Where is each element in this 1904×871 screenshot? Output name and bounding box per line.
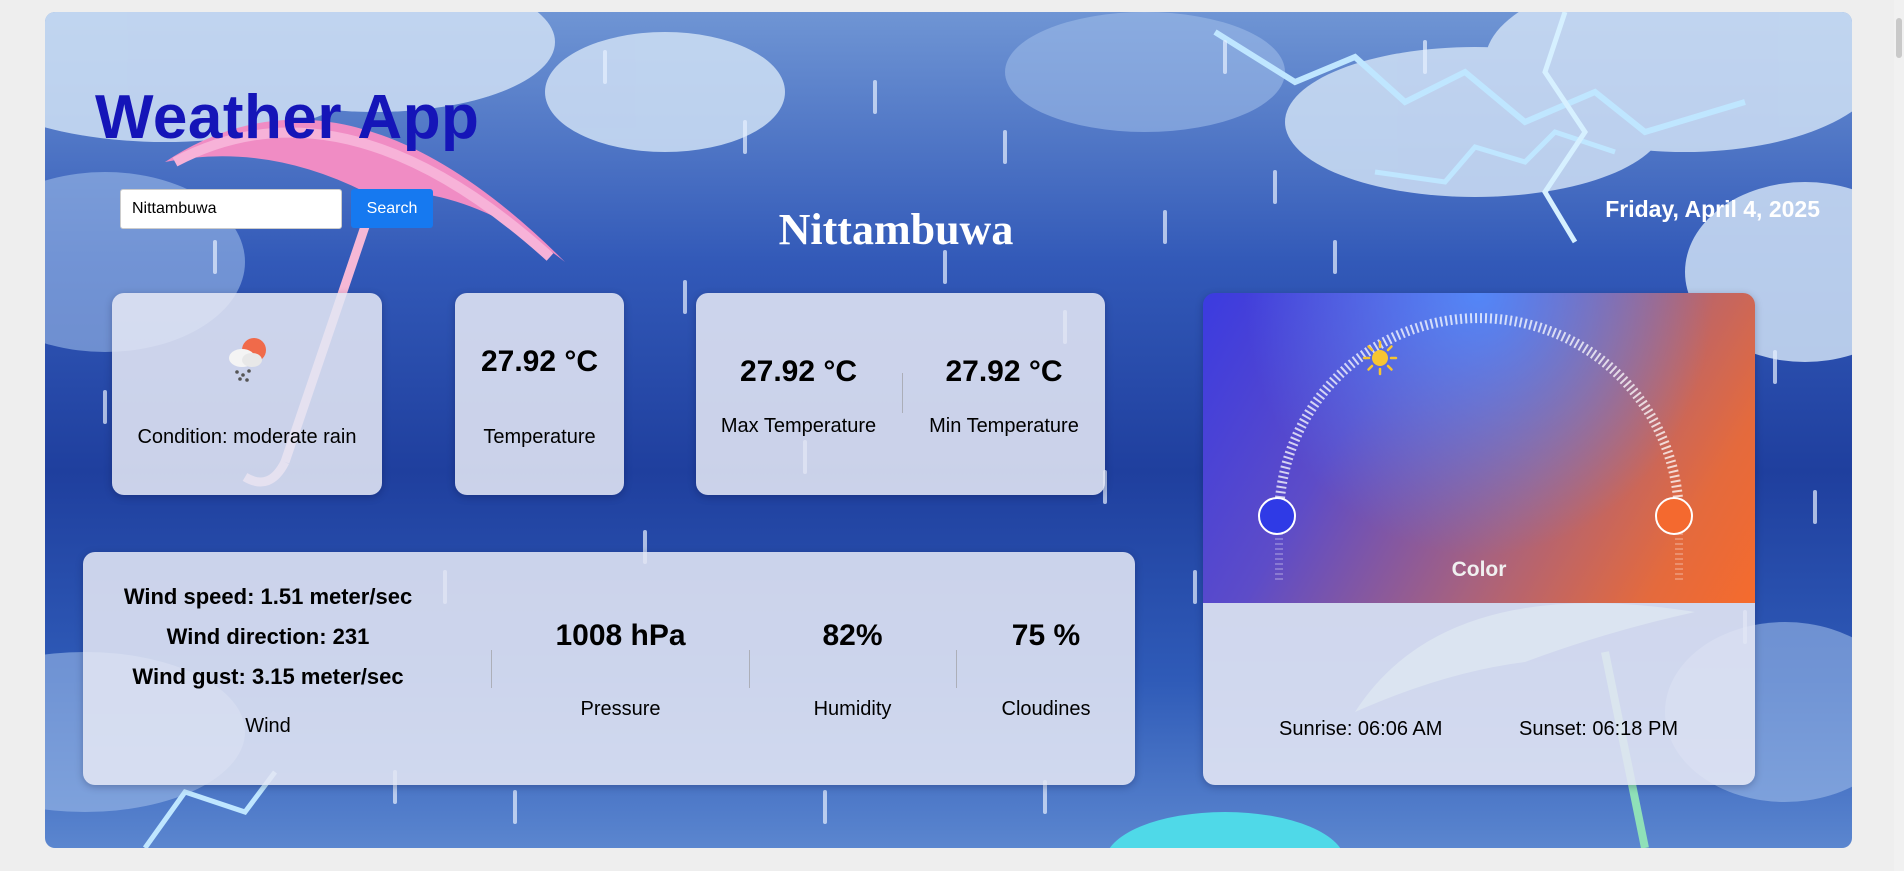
- sun-path-arc: [1274, 313, 1684, 583]
- app-container: Weather App Search Nittambuwa Friday, Ap…: [45, 12, 1852, 848]
- condition-card: Condition: moderate rain: [112, 293, 382, 495]
- cloudiness-label: Cloudines: [1001, 698, 1091, 720]
- wind-direction: Wind direction: 231: [166, 624, 370, 649]
- max-temperature-value: 27.92 °C: [739, 355, 858, 388]
- min-temperature: 27.92 °C Min Temperature: [903, 293, 1105, 495]
- pressure-value: 1008 hPa: [555, 619, 686, 652]
- sun-icon: [1362, 340, 1398, 376]
- temperature-card: 27.92 °C Temperature: [455, 293, 624, 495]
- page-scrollbar[interactable]: [1894, 0, 1904, 871]
- sun-arc-panel: Color: [1203, 293, 1755, 603]
- condition-label: Condition: moderate rain: [137, 426, 357, 448]
- color-label: Color: [1451, 558, 1507, 581]
- pressure-label: Pressure: [580, 698, 661, 720]
- divider: [491, 650, 492, 688]
- min-temperature-label: Min Temperature: [929, 415, 1079, 437]
- min-temperature-value: 27.92 °C: [945, 355, 1063, 388]
- max-temperature: 27.92 °C Max Temperature: [696, 293, 901, 495]
- sun-card: Color Sunrise: 06:06 AM Sunset: 06:18 PM: [1203, 293, 1755, 785]
- current-date: Friday, April 4, 2025: [1605, 196, 1820, 222]
- wind-label: Wind: [245, 715, 291, 737]
- wind-section: Wind speed: 1.51 meter/sec Wind directio…: [83, 552, 453, 785]
- temperature-range-card: 27.92 °C Max Temperature 27.92 °C Min Te…: [696, 293, 1105, 495]
- max-temperature-label: Max Temperature: [720, 415, 877, 437]
- wind-speed: Wind speed: 1.51 meter/sec: [123, 584, 413, 609]
- city-name: Nittambuwa: [778, 205, 1014, 254]
- cloudiness-section: 75 % Cloudines: [957, 552, 1135, 785]
- sunrise-marker: [1258, 497, 1296, 535]
- app-title: Weather App: [95, 83, 480, 152]
- details-card: Wind speed: 1.51 meter/sec Wind directio…: [83, 552, 1135, 785]
- sunrise-time: Sunrise: 06:06 AM: [1279, 718, 1443, 740]
- sunset-marker: [1655, 497, 1693, 535]
- rain-cloud-sun-icon: [229, 338, 266, 382]
- temperature-value: 27.92 °C: [480, 345, 599, 378]
- temperature-label: Temperature: [483, 426, 596, 448]
- humidity-label: Humidity: [813, 698, 892, 720]
- humidity-value: 82%: [822, 619, 883, 652]
- sunset-time: Sunset: 06:18 PM: [1519, 718, 1678, 740]
- scrollbar-thumb[interactable]: [1896, 18, 1902, 58]
- humidity-section: 82% Humidity: [750, 552, 955, 785]
- cloudiness-value: 75 %: [1011, 619, 1081, 652]
- wind-gust: Wind gust: 3.15 meter/sec: [132, 664, 404, 689]
- pressure-section: 1008 hPa Pressure: [493, 552, 748, 785]
- sun-times-panel: [1203, 603, 1755, 785]
